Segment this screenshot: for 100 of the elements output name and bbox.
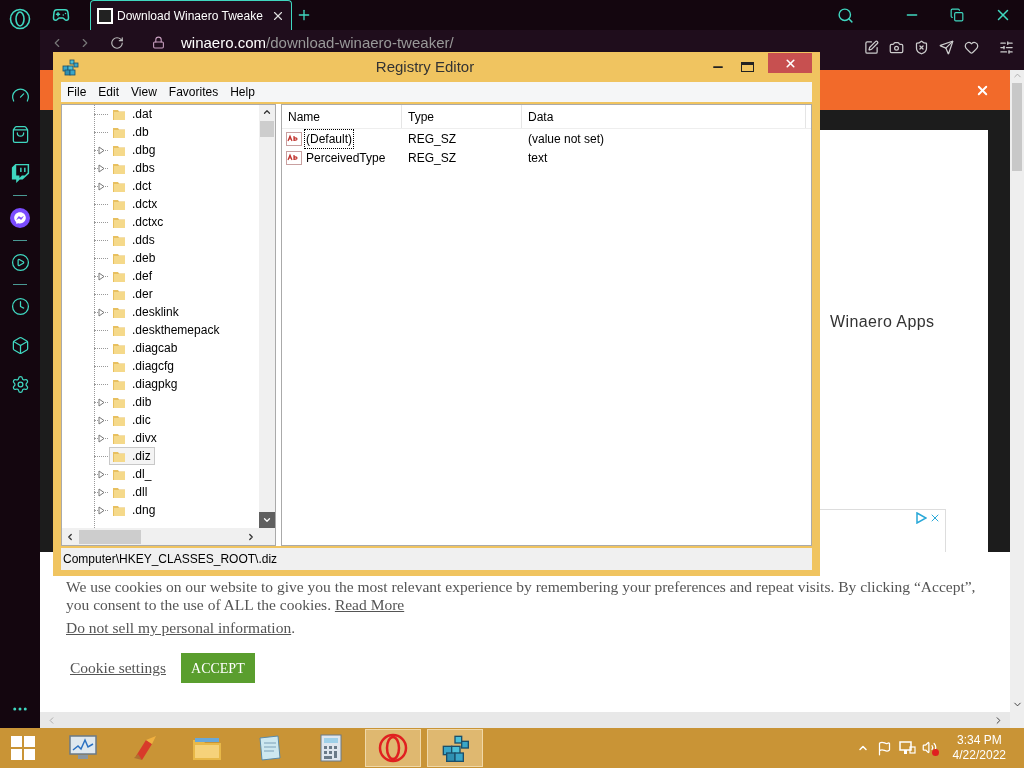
- scroll-up-icon[interactable]: [262, 107, 272, 117]
- tree-vertical-scrollbar[interactable]: [259, 105, 275, 528]
- restore-icon[interactable]: [950, 8, 964, 22]
- value-type: REG_SZ: [407, 149, 457, 167]
- clock-icon[interactable]: [10, 297, 30, 316]
- folder-icon: [112, 251, 126, 265]
- menu-item[interactable]: Favorites: [162, 83, 225, 101]
- folder-icon: [112, 179, 126, 193]
- folder-icon: [112, 107, 126, 121]
- tab-title: Download Winaero Tweake: [117, 7, 264, 25]
- folder-icon: [112, 269, 126, 283]
- folder-icon: [112, 143, 126, 157]
- folder-icon: [112, 215, 126, 229]
- network-icon[interactable]: [897, 740, 916, 756]
- folder-icon: [112, 467, 126, 481]
- registry-icon: [440, 733, 470, 763]
- menu-item[interactable]: View: [125, 83, 163, 101]
- scrollbar-thumb[interactable]: [79, 529, 141, 544]
- value-name[interactable]: (Default): [304, 128, 354, 149]
- monitor-icon[interactable]: [68, 734, 98, 762]
- expand-arrow-icon[interactable]: [98, 145, 105, 155]
- expand-arrow-icon[interactable]: [98, 469, 105, 479]
- folder-icon: [112, 395, 126, 409]
- flag-icon[interactable]: [876, 740, 892, 756]
- value-name[interactable]: PerceivedType: [304, 147, 388, 168]
- settings-icon[interactable]: [999, 40, 1014, 55]
- cube-icon[interactable]: [10, 336, 30, 355]
- muted-speaker-icon[interactable]: [921, 740, 939, 756]
- expand-arrow-icon[interactable]: [98, 415, 105, 425]
- play-icon[interactable]: [10, 253, 30, 272]
- read-more-link[interactable]: Read More: [334, 596, 405, 613]
- folder-icon: [112, 449, 126, 463]
- value-data: (value not set): [527, 130, 605, 148]
- folder-icon: [112, 377, 126, 391]
- value-data: text: [527, 149, 548, 167]
- scrollbar-thumb[interactable]: [260, 121, 274, 137]
- panel-heading: Winaero Apps: [830, 311, 935, 332]
- scroll-left-icon[interactable]: [65, 531, 75, 542]
- cookie-settings-link[interactable]: Cookie settings: [70, 656, 166, 680]
- site-favicon: [97, 7, 113, 24]
- scroll-down-icon[interactable]: [262, 515, 272, 525]
- opera-logo-icon[interactable]: [9, 8, 31, 30]
- menu-item[interactable]: Help: [224, 83, 261, 101]
- column-header[interactable]: Type: [402, 105, 522, 128]
- search-icon[interactable]: [837, 6, 854, 24]
- expand-arrow-icon[interactable]: [98, 433, 105, 443]
- status-path: Computer\HKEY_CLASSES_ROOT\.diz: [63, 551, 278, 568]
- browser-tab[interactable]: Download Winaero Tweake: [90, 0, 292, 30]
- edit-icon[interactable]: [864, 40, 879, 55]
- opera-icon[interactable]: [378, 733, 408, 763]
- expand-arrow-icon[interactable]: [98, 163, 105, 173]
- expand-arrow-icon[interactable]: [98, 505, 105, 515]
- close-button[interactable]: [768, 53, 812, 73]
- folder-icon: [112, 341, 126, 355]
- period-text: .: [291, 619, 296, 636]
- reload-icon[interactable]: [110, 36, 124, 50]
- folder-icon: [112, 305, 126, 319]
- windows-start-icon[interactable]: [10, 735, 36, 761]
- folder-icon: [112, 485, 126, 499]
- gamepad-icon[interactable]: [52, 6, 70, 24]
- close-icon: [783, 56, 797, 70]
- folder-icon: [112, 197, 126, 211]
- send-icon[interactable]: [939, 40, 954, 55]
- ad-choices-icon[interactable]: [915, 512, 927, 524]
- expand-arrow-icon[interactable]: [98, 181, 105, 191]
- registry-icon: [61, 58, 79, 76]
- cookie-message: We use cookies on our website to give you the most relevant experience by remembering your preferences and repeat visits. By clicking “Accept”, you consent to the use of ALL the cookies. Read More: [66, 578, 977, 614]
- expand-arrow-icon[interactable]: [98, 487, 105, 497]
- vertical-scrollbar[interactable]: [1010, 70, 1024, 728]
- expand-arrow-icon[interactable]: [98, 397, 105, 407]
- maximize-icon[interactable]: [741, 62, 754, 72]
- column-header[interactable]: Data: [522, 105, 806, 128]
- expand-arrow-icon[interactable]: [98, 271, 105, 281]
- settings-icon[interactable]: [10, 375, 30, 394]
- lock-icon: [152, 36, 165, 49]
- folder-icon: [112, 323, 126, 337]
- menu-item[interactable]: Edit: [92, 83, 126, 101]
- scrollbar-thumb[interactable]: [1012, 83, 1022, 171]
- tree-item[interactable]: .diz: [109, 447, 155, 465]
- folder-icon: [112, 233, 126, 247]
- chat-bubble-icon[interactable]: [10, 164, 30, 183]
- calculator-icon[interactable]: [317, 733, 345, 763]
- folder-icon: [112, 359, 126, 373]
- messenger-icon[interactable]: [10, 208, 30, 228]
- string-value-icon: [286, 150, 302, 165]
- column-header[interactable]: Name: [282, 105, 402, 128]
- value-type: REG_SZ: [407, 130, 457, 148]
- folder-icon: [112, 161, 126, 175]
- camera-icon[interactable]: [889, 40, 904, 55]
- address-text[interactable]: winaero.com/download-winaero-tweaker/: [181, 34, 454, 51]
- tree-horizontal-scrollbar[interactable]: [62, 528, 275, 545]
- shield-icon[interactable]: [914, 40, 929, 55]
- bag-icon[interactable]: [10, 125, 30, 144]
- speedometer-icon[interactable]: [10, 86, 30, 105]
- heart-icon[interactable]: [964, 40, 979, 55]
- taskbar-button[interactable]: [427, 729, 483, 767]
- scroll-right-icon[interactable]: [246, 531, 256, 542]
- taskbar-button[interactable]: [365, 729, 421, 767]
- expand-arrow-icon[interactable]: [98, 307, 105, 317]
- menu-item[interactable]: File: [61, 83, 93, 101]
